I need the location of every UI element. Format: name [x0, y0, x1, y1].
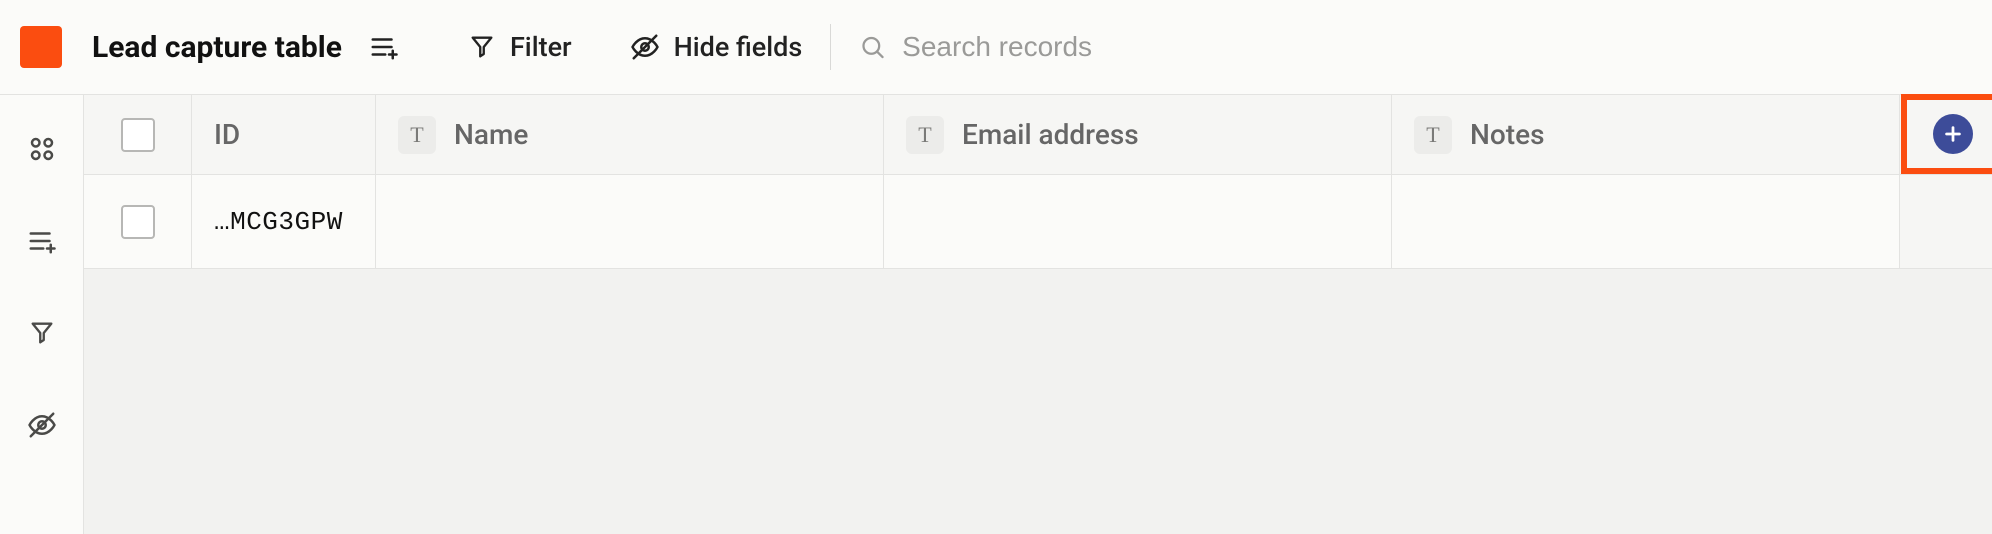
row-id-value: …MCG3GPW	[214, 207, 343, 237]
groups-icon	[27, 134, 57, 164]
header-name[interactable]: T Name	[376, 95, 884, 174]
select-all-checkbox[interactable]	[121, 118, 155, 152]
row-checkbox[interactable]	[121, 205, 155, 239]
header-id[interactable]: ID	[192, 95, 376, 174]
search-icon	[859, 33, 886, 61]
eye-off-icon	[27, 410, 57, 440]
sidebar-filter-button[interactable]	[22, 313, 62, 353]
add-row-icon	[369, 32, 399, 62]
row-add-cell	[1900, 175, 1992, 268]
row-id-cell[interactable]: …MCG3GPW	[192, 175, 376, 268]
sidebar-groups-button[interactable]	[22, 129, 62, 169]
row-checkbox-cell	[84, 175, 192, 268]
add-row-icon-btn[interactable]	[364, 27, 404, 67]
header-id-label: ID	[214, 118, 240, 151]
header-notes[interactable]: T Notes	[1392, 95, 1900, 174]
toolbar-divider	[830, 24, 831, 70]
header-email[interactable]: T Email address	[884, 95, 1392, 174]
filter-icon	[468, 33, 496, 61]
topbar: Lead capture table Filter Hide fields	[0, 0, 1992, 95]
header-name-label: Name	[454, 118, 528, 151]
plus-icon	[1942, 123, 1964, 145]
header-checkbox-cell	[84, 95, 192, 174]
filter-icon	[28, 319, 56, 347]
main: ID T Name T Email address T Notes	[0, 95, 1992, 534]
row-notes-cell[interactable]	[1392, 175, 1900, 268]
header-notes-label: Notes	[1470, 118, 1544, 151]
hide-fields-button[interactable]: Hide fields	[630, 31, 803, 63]
header-row: ID T Name T Email address T Notes	[84, 95, 1992, 175]
grid: ID T Name T Email address T Notes	[84, 95, 1992, 534]
filter-button[interactable]: Filter	[468, 31, 572, 63]
row-name-cell[interactable]	[376, 175, 884, 268]
add-column-button[interactable]	[1933, 114, 1973, 154]
sidebar-hide-fields-button[interactable]	[22, 405, 62, 445]
search-wrap[interactable]	[859, 31, 1972, 63]
search-input[interactable]	[902, 31, 1972, 63]
row-email-cell[interactable]	[884, 175, 1392, 268]
header-add-column	[1900, 95, 1992, 174]
add-row-icon	[27, 226, 57, 256]
filter-label: Filter	[510, 31, 572, 63]
sidebar	[0, 95, 84, 534]
table-row[interactable]: …MCG3GPW	[84, 175, 1992, 269]
add-column-highlight	[1901, 94, 1992, 174]
eye-off-icon	[630, 32, 660, 62]
sidebar-add-row-button[interactable]	[22, 221, 62, 261]
table-title: Lead capture table	[92, 30, 342, 65]
text-type-icon: T	[1414, 116, 1452, 154]
grid-empty-area	[84, 269, 1992, 534]
header-email-label: Email address	[962, 118, 1139, 151]
brand-square[interactable]	[20, 26, 62, 68]
hide-fields-label: Hide fields	[674, 31, 803, 63]
text-type-icon: T	[906, 116, 944, 154]
text-type-icon: T	[398, 116, 436, 154]
